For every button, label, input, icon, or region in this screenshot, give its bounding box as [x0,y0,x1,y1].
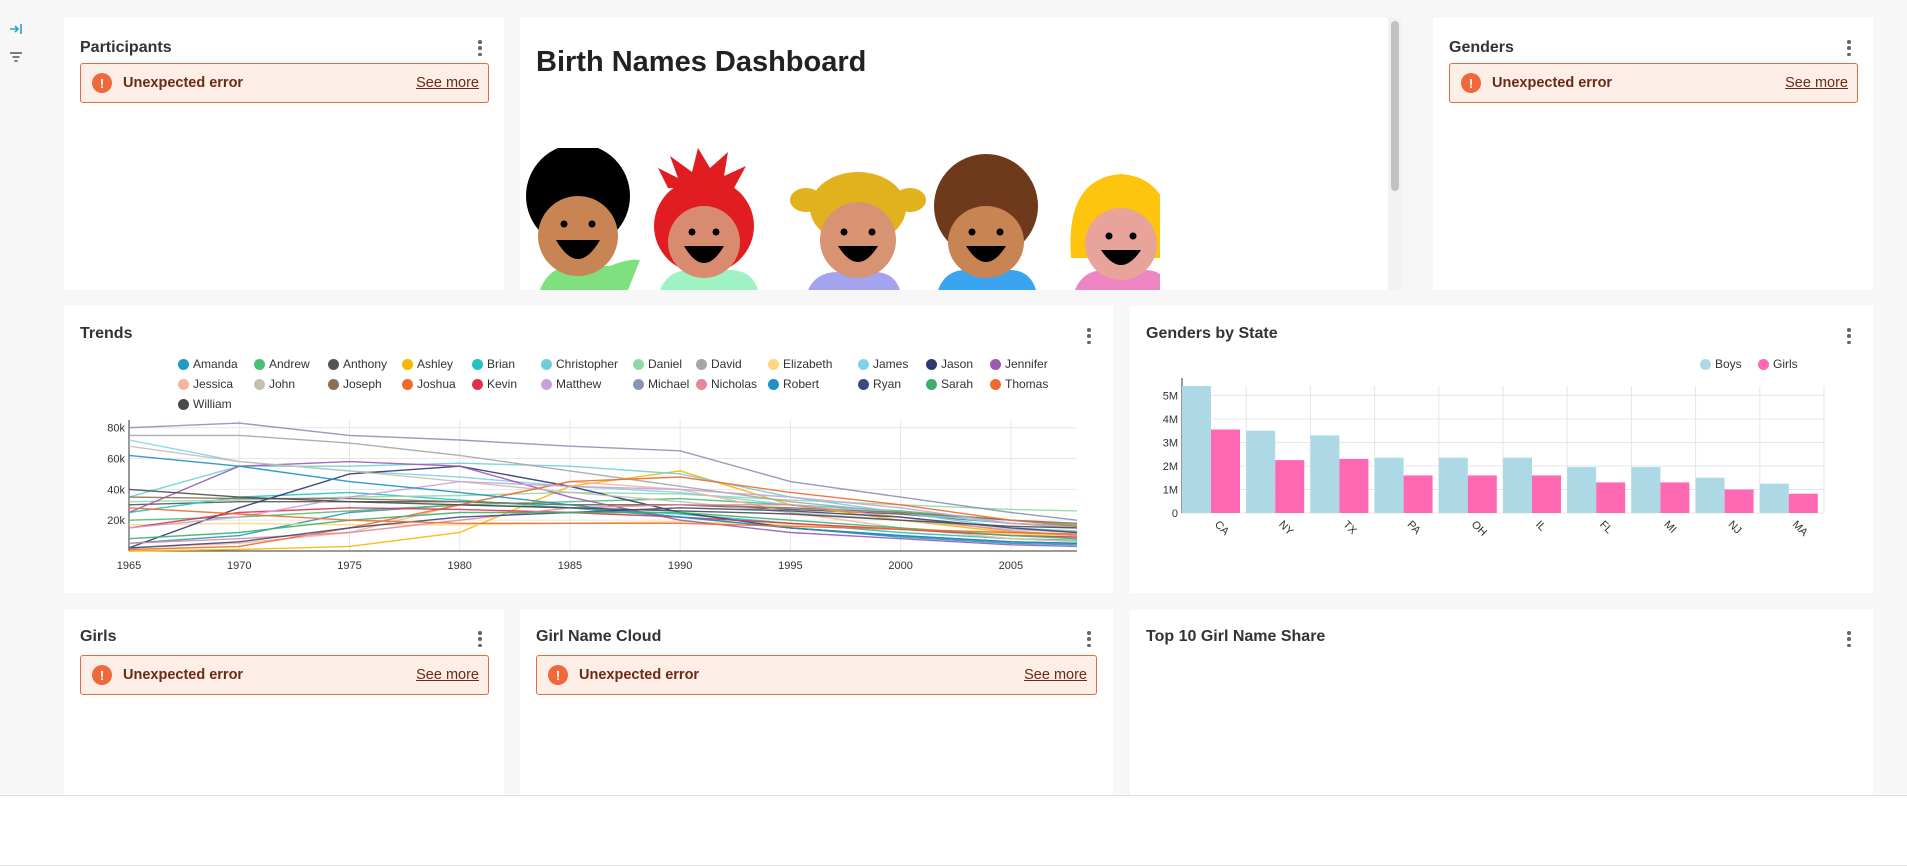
bar-girls-il[interactable] [1532,475,1561,513]
kids-illustration [526,148,1160,290]
error-message: Unexpected error [123,667,244,683]
error-alert: ! Unexpected error See more [80,655,489,695]
bar-girls-ma[interactable] [1788,493,1818,513]
girls-card: Girls ! Unexpected error See more [64,610,504,795]
series-line-jennifer[interactable] [128,460,1078,548]
x-tick-label: OH [1469,519,1489,539]
bottom-bar [0,795,1907,867]
y-tick-label: 20k [107,515,125,527]
bar-boys-tx[interactable] [1310,435,1340,513]
see-more-link[interactable]: See more [1024,667,1087,683]
bar-boys-ca[interactable] [1182,386,1211,513]
bar-girls-oh[interactable] [1467,475,1497,513]
x-tick-label: 1990 [668,560,692,572]
y-tick-label: 5M [1163,390,1178,402]
card-title: Girls [80,628,117,645]
card-title: Participants [80,39,172,56]
y-tick-label: 60k [107,454,125,466]
x-tick-label: FL [1597,519,1615,537]
error-message: Unexpected error [123,75,244,91]
x-tick-label: 2000 [888,560,912,572]
y-tick-label: 4M [1163,414,1178,426]
y-tick-label: 40k [107,484,125,496]
bar-boys-fl[interactable] [1567,467,1597,513]
girl-name-cloud-card: Girl Name Cloud ! Unexpected error See m… [520,610,1113,795]
more-options-icon[interactable] [1845,38,1853,58]
markdown-card: Birth Names Dashboard [520,18,1402,290]
scrollbar[interactable] [1388,18,1402,290]
genders-card: Genders ! Unexpected error See more [1433,18,1873,290]
bar-boys-pa[interactable] [1374,457,1404,513]
x-tick-label: IL [1533,519,1548,534]
left-sidebar [0,0,40,795]
bar-girls-ny[interactable] [1275,460,1305,513]
bar-boys-oh[interactable] [1438,457,1468,513]
error-alert: ! Unexpected error See more [1449,63,1858,103]
more-options-icon[interactable] [476,629,484,649]
genders-by-state-card: Genders by State Boys Girls 0 1M 2M 3M 4M 5M CA… [1130,306,1873,593]
trends-line-chart: 1965 1970 1975 1980 1985 1990 1995 2000 2005 20k 4… [107,420,1078,572]
dashboard-title: Birth Names Dashboard [536,46,867,78]
bar-boys-mi[interactable] [1631,467,1661,513]
error-alert: ! Unexpected error See more [536,655,1097,695]
x-tick-label: PA [1405,519,1424,538]
x-tick-label: 1975 [337,560,361,572]
x-tick-label: MA [1790,519,1811,540]
error-message: Unexpected error [1492,75,1613,91]
y-tick-label: 0 [1172,508,1178,520]
y-tick-label: 2M [1163,461,1178,473]
top10-girl-name-share-card: Top 10 Girl Name Share [1130,610,1873,795]
more-options-icon[interactable] [476,38,484,58]
bar-girls-fl[interactable] [1596,482,1626,513]
card-title: Top 10 Girl Name Share [1146,628,1326,645]
x-tick-label: 2005 [999,560,1023,572]
error-icon: ! [92,665,112,685]
y-tick-label: 3M [1163,437,1178,449]
bar-girls-nj[interactable] [1724,489,1754,514]
bar-boys-ma[interactable] [1759,483,1789,513]
error-alert: ! Unexpected error See more [80,63,489,103]
x-tick-label: 1970 [227,560,251,572]
bar-boys-nj[interactable] [1695,477,1725,513]
y-tick-label: 1M [1163,484,1178,496]
participants-card: Participants ! Unexpected error See more [64,18,504,290]
y-tick-label: 80k [107,423,125,435]
x-tick-label: 1995 [778,560,802,572]
x-tick-label: 1965 [117,560,141,572]
x-tick-label: MI [1661,519,1678,536]
x-tick-label: NY [1276,519,1296,539]
error-icon: ! [1461,73,1481,93]
bar-girls-pa[interactable] [1403,475,1433,513]
error-icon: ! [92,73,112,93]
error-message: Unexpected error [579,667,700,683]
x-tick-label: CA [1212,519,1232,539]
bar-boys-il[interactable] [1503,457,1532,513]
card-title: Girl Name Cloud [536,628,662,645]
bar-boys-ny[interactable] [1246,430,1276,513]
x-tick-label: TX [1340,519,1359,538]
bar-girls-ca[interactable] [1211,429,1240,514]
error-icon: ! [548,665,568,685]
x-tick-label: 1985 [558,560,582,572]
see-more-link[interactable]: See more [416,667,479,683]
genders-by-state-bar-chart: 0 1M 2M 3M 4M 5M CA NY TX PA OH IL FL MI NJ MA [1163,378,1825,540]
see-more-link[interactable]: See more [1785,75,1848,91]
see-more-link[interactable]: See more [416,75,479,91]
expand-arrow-icon[interactable] [8,21,24,37]
x-tick-label: NJ [1726,519,1744,537]
more-options-icon[interactable] [1845,629,1853,649]
more-options-icon[interactable] [1085,629,1093,649]
bar-girls-tx[interactable] [1339,458,1369,513]
scrollbar-thumb[interactable] [1391,21,1399,191]
card-title: Genders [1449,39,1514,56]
x-tick-label: 1980 [447,560,471,572]
bar-girls-mi[interactable] [1660,482,1690,513]
filter-icon[interactable] [8,49,24,65]
trends-card: Trends Amanda Andrew Anthony Ashley Brian Chr… [64,306,1113,593]
